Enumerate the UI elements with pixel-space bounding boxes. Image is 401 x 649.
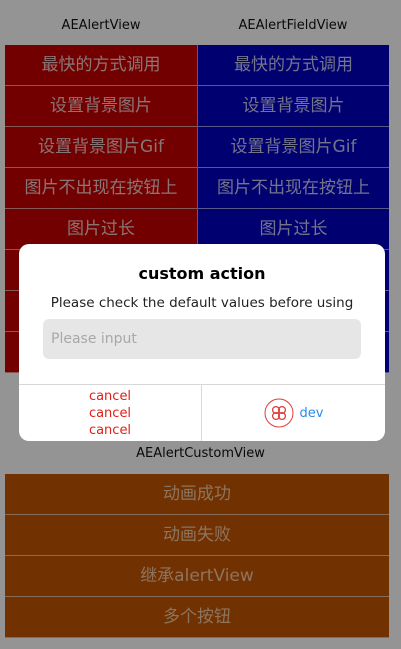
dialog-input-field[interactable] (43, 319, 361, 359)
dialog-title: custom action (138, 264, 266, 283)
dev-button[interactable]: dev (202, 385, 385, 441)
cancel-button[interactable]: cancel cancel cancel (19, 385, 201, 441)
cancel-label-3: cancel (88, 422, 132, 438)
dev-label: dev (299, 405, 324, 421)
custom-action-dialog: custom action Please check the default v… (19, 244, 385, 441)
cancel-label-2: cancel (88, 405, 132, 421)
dialog-message: Please check the default values before u… (50, 295, 354, 311)
cancel-label-1: cancel (88, 388, 132, 404)
clover-icon (264, 398, 294, 428)
